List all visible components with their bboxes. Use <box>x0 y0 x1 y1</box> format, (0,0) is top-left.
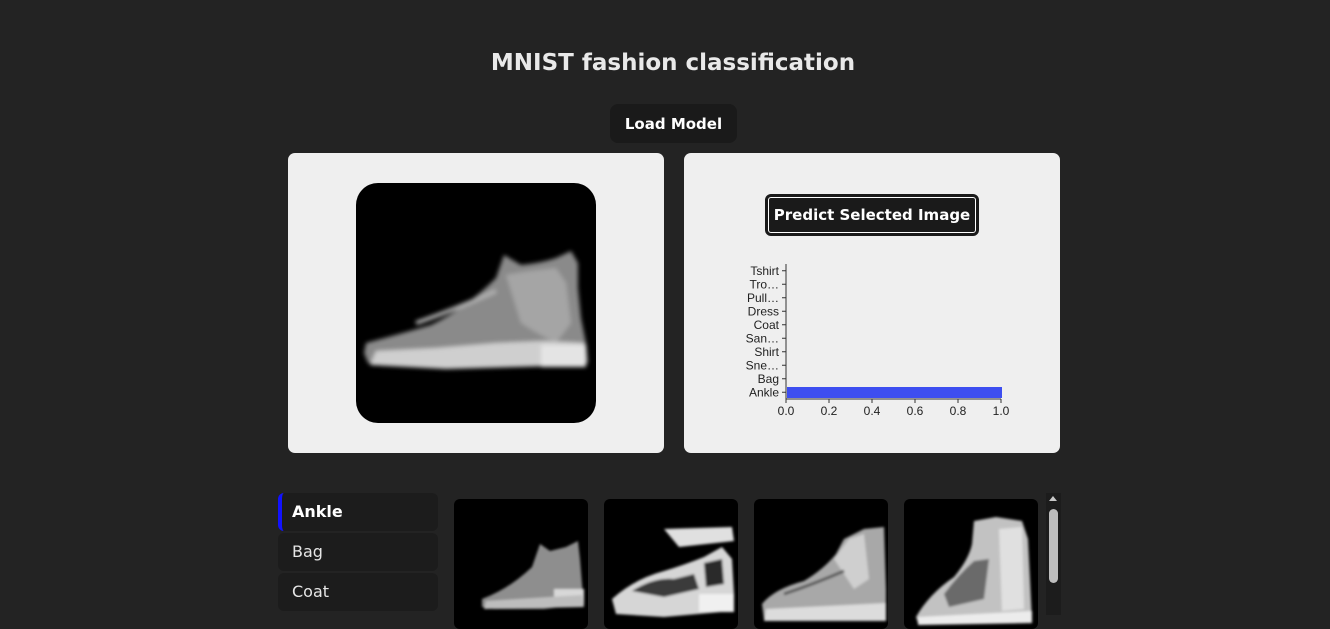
y-tick-label: Ankle <box>749 385 779 399</box>
ankle-boot-thumbnail-icon <box>482 541 584 609</box>
thumbnail-high-boot[interactable] <box>904 499 1038 629</box>
y-tick-label: San… <box>746 331 779 345</box>
load-model-button[interactable]: Load Model <box>610 104 737 143</box>
thumbnail-ankle-boot[interactable] <box>454 499 588 629</box>
y-tick-label: Tro… <box>749 277 779 291</box>
category-item-coat[interactable]: Coat <box>278 573 438 611</box>
y-tick-label: Shirt <box>754 345 779 359</box>
image-panel <box>288 153 664 453</box>
page-title: MNIST fashion classification <box>490 50 856 76</box>
y-tick-label: Dress <box>748 304 779 318</box>
y-tick-label: Sne… <box>746 358 779 372</box>
category-item-ankle[interactable]: Ankle <box>278 493 438 531</box>
scrollbar-thumb[interactable] <box>1049 509 1058 583</box>
x-tick-label: 0.2 <box>821 404 838 418</box>
ankle-boot-image <box>364 251 588 369</box>
thumbnail-boot[interactable] <box>754 499 888 629</box>
x-tick-label: 0.0 <box>778 404 795 418</box>
x-tick-label: 1.0 <box>993 404 1010 418</box>
y-tick-label: Bag <box>758 372 779 386</box>
category-list: Ankle Bag Coat <box>278 493 438 613</box>
y-tick-label: Tshirt <box>750 264 779 278</box>
selected-image <box>356 183 596 423</box>
x-tick-label: 0.8 <box>950 404 967 418</box>
x-tick-label: 0.4 <box>864 404 881 418</box>
x-tick-label: 0.6 <box>907 404 924 418</box>
prediction-panel: Predict Selected Image Tshirt Tro… Pull… Dr… <box>684 153 1060 453</box>
boot-thumbnail-icon <box>762 527 886 621</box>
y-tick-label: Pull… <box>747 291 779 305</box>
sandal-thumbnail-icon <box>612 527 734 617</box>
vertical-scrollbar[interactable] <box>1046 493 1061 615</box>
scroll-up-arrow-icon[interactable] <box>1049 496 1057 501</box>
y-tick-label: Coat <box>754 318 780 332</box>
bar-ankle <box>787 387 1002 398</box>
thumbnail-sandal[interactable] <box>604 499 738 629</box>
category-item-bag[interactable]: Bag <box>278 533 438 571</box>
prediction-bar-chart: TshirtTro…Pull…DressCoatSan…ShirtSne…Bag… <box>746 264 1010 418</box>
high-boot-thumbnail-icon <box>916 517 1032 625</box>
